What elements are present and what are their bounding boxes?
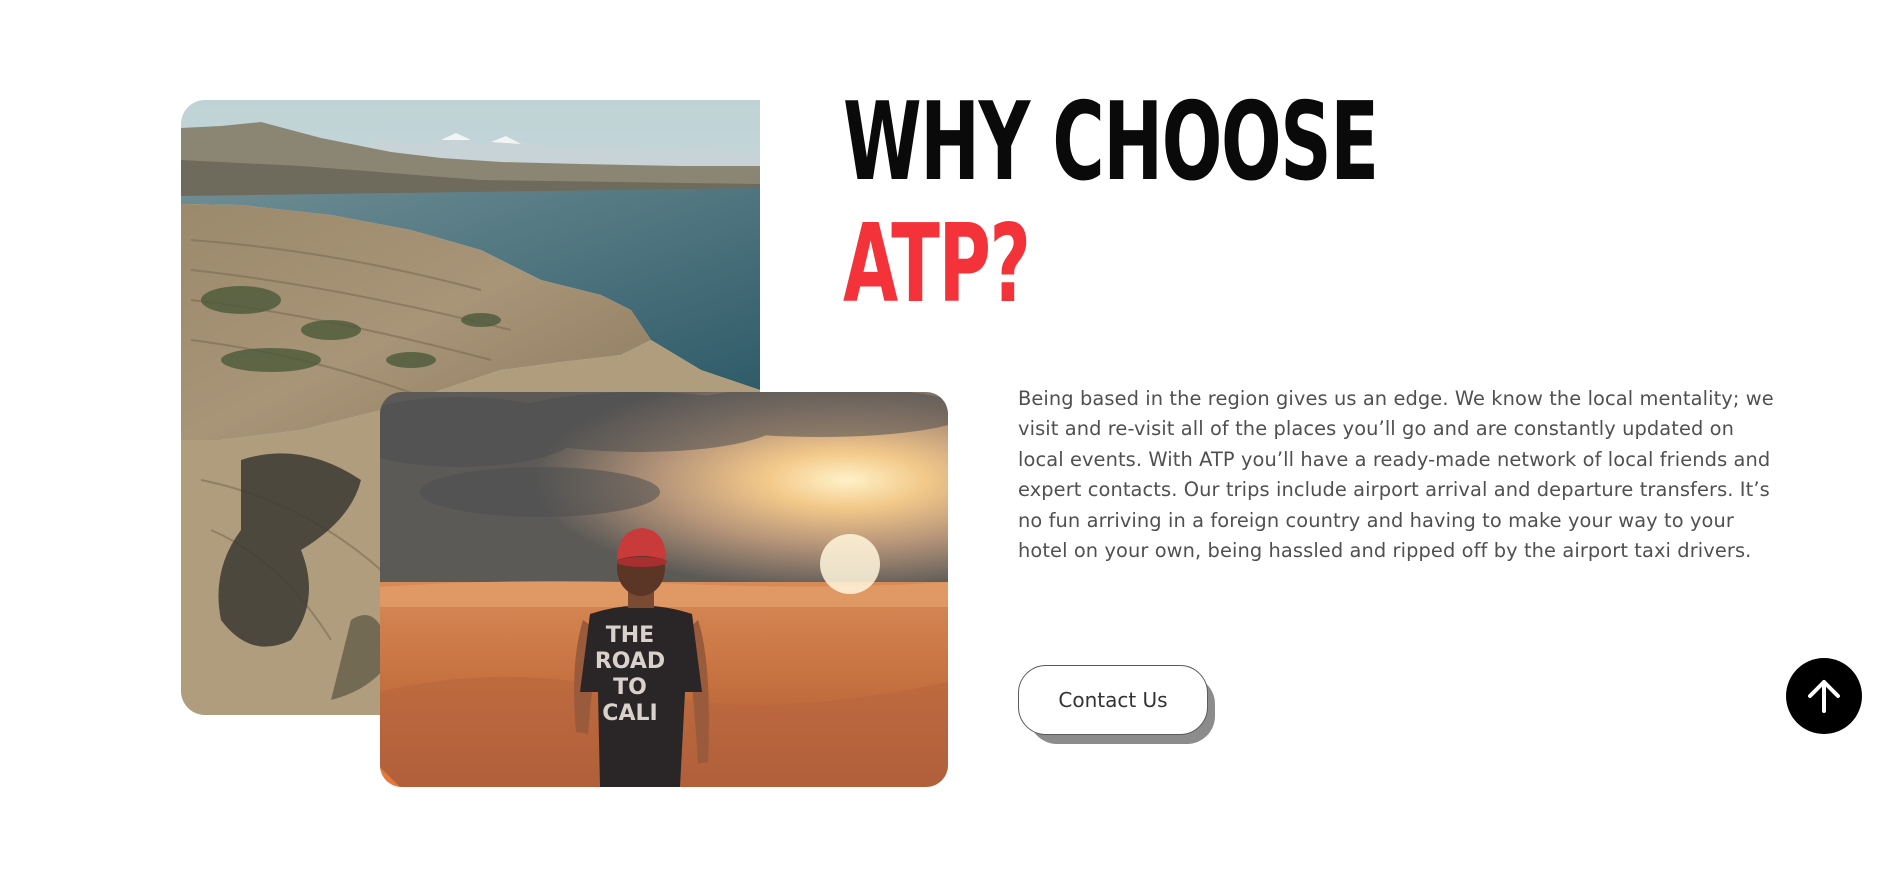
shirt-text-line-1: THE bbox=[606, 623, 654, 648]
desert-traveler-image: THE ROAD TO CALI bbox=[380, 392, 948, 787]
section-description: Being based in the region gives us an ed… bbox=[1018, 387, 1774, 563]
why-choose-section: THE ROAD TO CALI WHY CHOOSE ATP? Being b… bbox=[0, 0, 1898, 872]
contact-button-wrapper: Contact Us bbox=[1018, 665, 1216, 745]
section-heading: WHY CHOOSE ATP? bbox=[843, 80, 1379, 327]
arrow-up-icon bbox=[1808, 680, 1840, 713]
shirt-text-line-4: CALI bbox=[602, 701, 657, 726]
heading-line-atp: ATP? bbox=[843, 202, 1031, 327]
contact-us-button[interactable]: Contact Us bbox=[1018, 665, 1208, 735]
shirt-text-line-3: TO bbox=[613, 675, 647, 700]
contact-us-label: Contact Us bbox=[1058, 688, 1168, 712]
shirt-text-line-2: ROAD bbox=[595, 649, 665, 674]
scroll-to-top-button[interactable] bbox=[1786, 658, 1862, 734]
desert-traveler-photo: THE ROAD TO CALI bbox=[380, 392, 948, 787]
heading-line-why-choose: WHY CHOOSE bbox=[843, 80, 1379, 205]
